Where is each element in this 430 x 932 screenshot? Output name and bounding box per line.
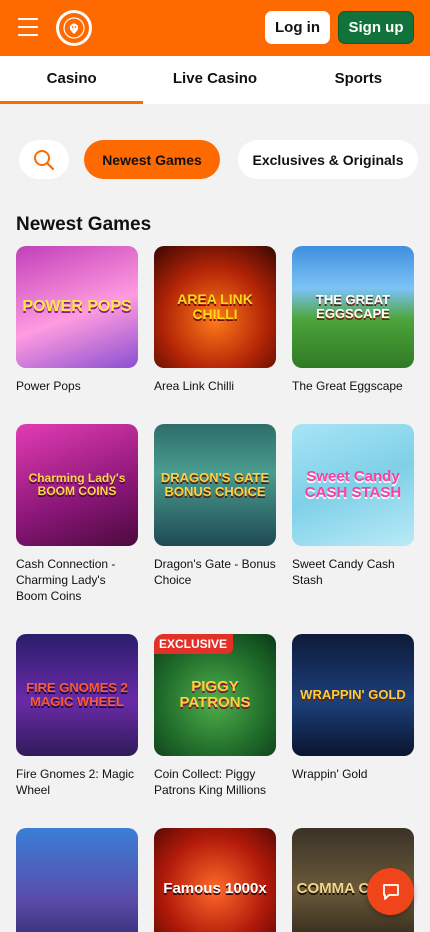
- game-art-title: POWER POPS: [22, 297, 132, 315]
- game-art-title: [73, 885, 81, 893]
- chat-button[interactable]: [367, 868, 414, 915]
- game-thumbnail[interactable]: EXCLUSIVE PIGGY PATRONS: [154, 634, 276, 756]
- game-card[interactable]: WRAPPIN' GOLD Wrappin' Gold: [292, 634, 414, 782]
- game-thumbnail[interactable]: [16, 828, 138, 932]
- filter-newest-games[interactable]: Newest Games: [84, 140, 220, 179]
- game-card[interactable]: AREA LINK CHILLI Area Link Chilli: [154, 246, 276, 394]
- lion-logo-icon[interactable]: [56, 10, 92, 46]
- game-thumbnail[interactable]: THE GREAT EGGSCAPE: [292, 246, 414, 368]
- game-art-title: WRAPPIN' GOLD: [300, 687, 406, 703]
- game-card[interactable]: DRAGON'S GATE BONUS CHOICE Dragon's Gate…: [154, 424, 276, 588]
- game-thumbnail[interactable]: AREA LINK CHILLI: [154, 246, 276, 368]
- game-title[interactable]: Fire Gnomes 2: Magic Wheel: [16, 766, 138, 798]
- game-thumbnail[interactable]: Charming Lady's BOOM COINS: [16, 424, 138, 546]
- section-title: Newest Games: [16, 214, 152, 235]
- game-thumbnail[interactable]: FIRE GNOMES 2 MAGIC WHEEL: [16, 634, 138, 756]
- game-thumbnail[interactable]: DRAGON'S GATE BONUS CHOICE: [154, 424, 276, 546]
- filter-exclusives-originals[interactable]: Exclusives & Originals: [238, 140, 418, 179]
- hamburger-menu-icon[interactable]: [18, 18, 38, 36]
- signup-button[interactable]: Sign up: [338, 11, 414, 44]
- game-card[interactable]: Sweet Candy CASH STASH Sweet Candy Cash …: [292, 424, 414, 588]
- game-art-title: Famous 1000x: [163, 880, 267, 898]
- tab-live-casino[interactable]: Live Casino: [143, 56, 286, 104]
- game-title[interactable]: Power Pops: [16, 378, 138, 394]
- game-card[interactable]: Famous 1000x: [154, 828, 276, 932]
- search-button[interactable]: [19, 140, 69, 179]
- game-card[interactable]: POWER POPS Power Pops: [16, 246, 138, 394]
- exclusive-badge: EXCLUSIVE: [154, 634, 234, 654]
- login-button[interactable]: Log in: [265, 11, 330, 44]
- category-tabs: Casino Live Casino Sports: [0, 56, 430, 104]
- game-art-title: Charming Lady's BOOM COINS: [28, 471, 126, 498]
- game-art-title: AREA LINK CHILLI: [177, 291, 253, 322]
- game-art-title: FIRE GNOMES 2 MAGIC WHEEL: [26, 680, 128, 709]
- game-title[interactable]: Coin Collect: Piggy Patrons King Million…: [154, 766, 276, 798]
- game-title[interactable]: The Great Eggscape: [292, 378, 414, 394]
- search-icon: [34, 149, 55, 170]
- game-art-title: DRAGON'S GATE BONUS CHOICE: [160, 470, 270, 499]
- game-thumbnail[interactable]: Famous 1000x: [154, 828, 276, 932]
- game-card[interactable]: [16, 828, 138, 932]
- game-art-title: THE GREAT EGGSCAPE: [315, 292, 391, 321]
- game-art-title: PIGGY PATRONS: [179, 678, 251, 711]
- game-card[interactable]: EXCLUSIVE PIGGY PATRONS Coin Collect: Pi…: [154, 634, 276, 798]
- game-title[interactable]: Area Link Chilli: [154, 378, 276, 394]
- game-art-title: Sweet Candy CASH STASH: [304, 468, 402, 501]
- game-thumbnail[interactable]: WRAPPIN' GOLD: [292, 634, 414, 756]
- chat-bubble-icon: [382, 883, 399, 900]
- game-card[interactable]: Charming Lady's BOOM COINS Cash Connecti…: [16, 424, 138, 604]
- tab-casino[interactable]: Casino: [0, 56, 144, 104]
- game-title[interactable]: Dragon's Gate - Bonus Choice: [154, 556, 276, 588]
- game-title[interactable]: Cash Connection - Charming Lady's Boom C…: [16, 556, 138, 604]
- game-card[interactable]: THE GREAT EGGSCAPE The Great Eggscape: [292, 246, 414, 394]
- top-header: Log in Sign up: [0, 0, 430, 56]
- game-thumbnail[interactable]: POWER POPS: [16, 246, 138, 368]
- game-thumbnail[interactable]: Sweet Candy CASH STASH: [292, 424, 414, 546]
- game-title[interactable]: Wrappin' Gold: [292, 766, 414, 782]
- game-title[interactable]: Sweet Candy Cash Stash: [292, 556, 414, 588]
- tab-sports[interactable]: Sports: [287, 56, 430, 104]
- game-card[interactable]: FIRE GNOMES 2 MAGIC WHEEL Fire Gnomes 2:…: [16, 634, 138, 798]
